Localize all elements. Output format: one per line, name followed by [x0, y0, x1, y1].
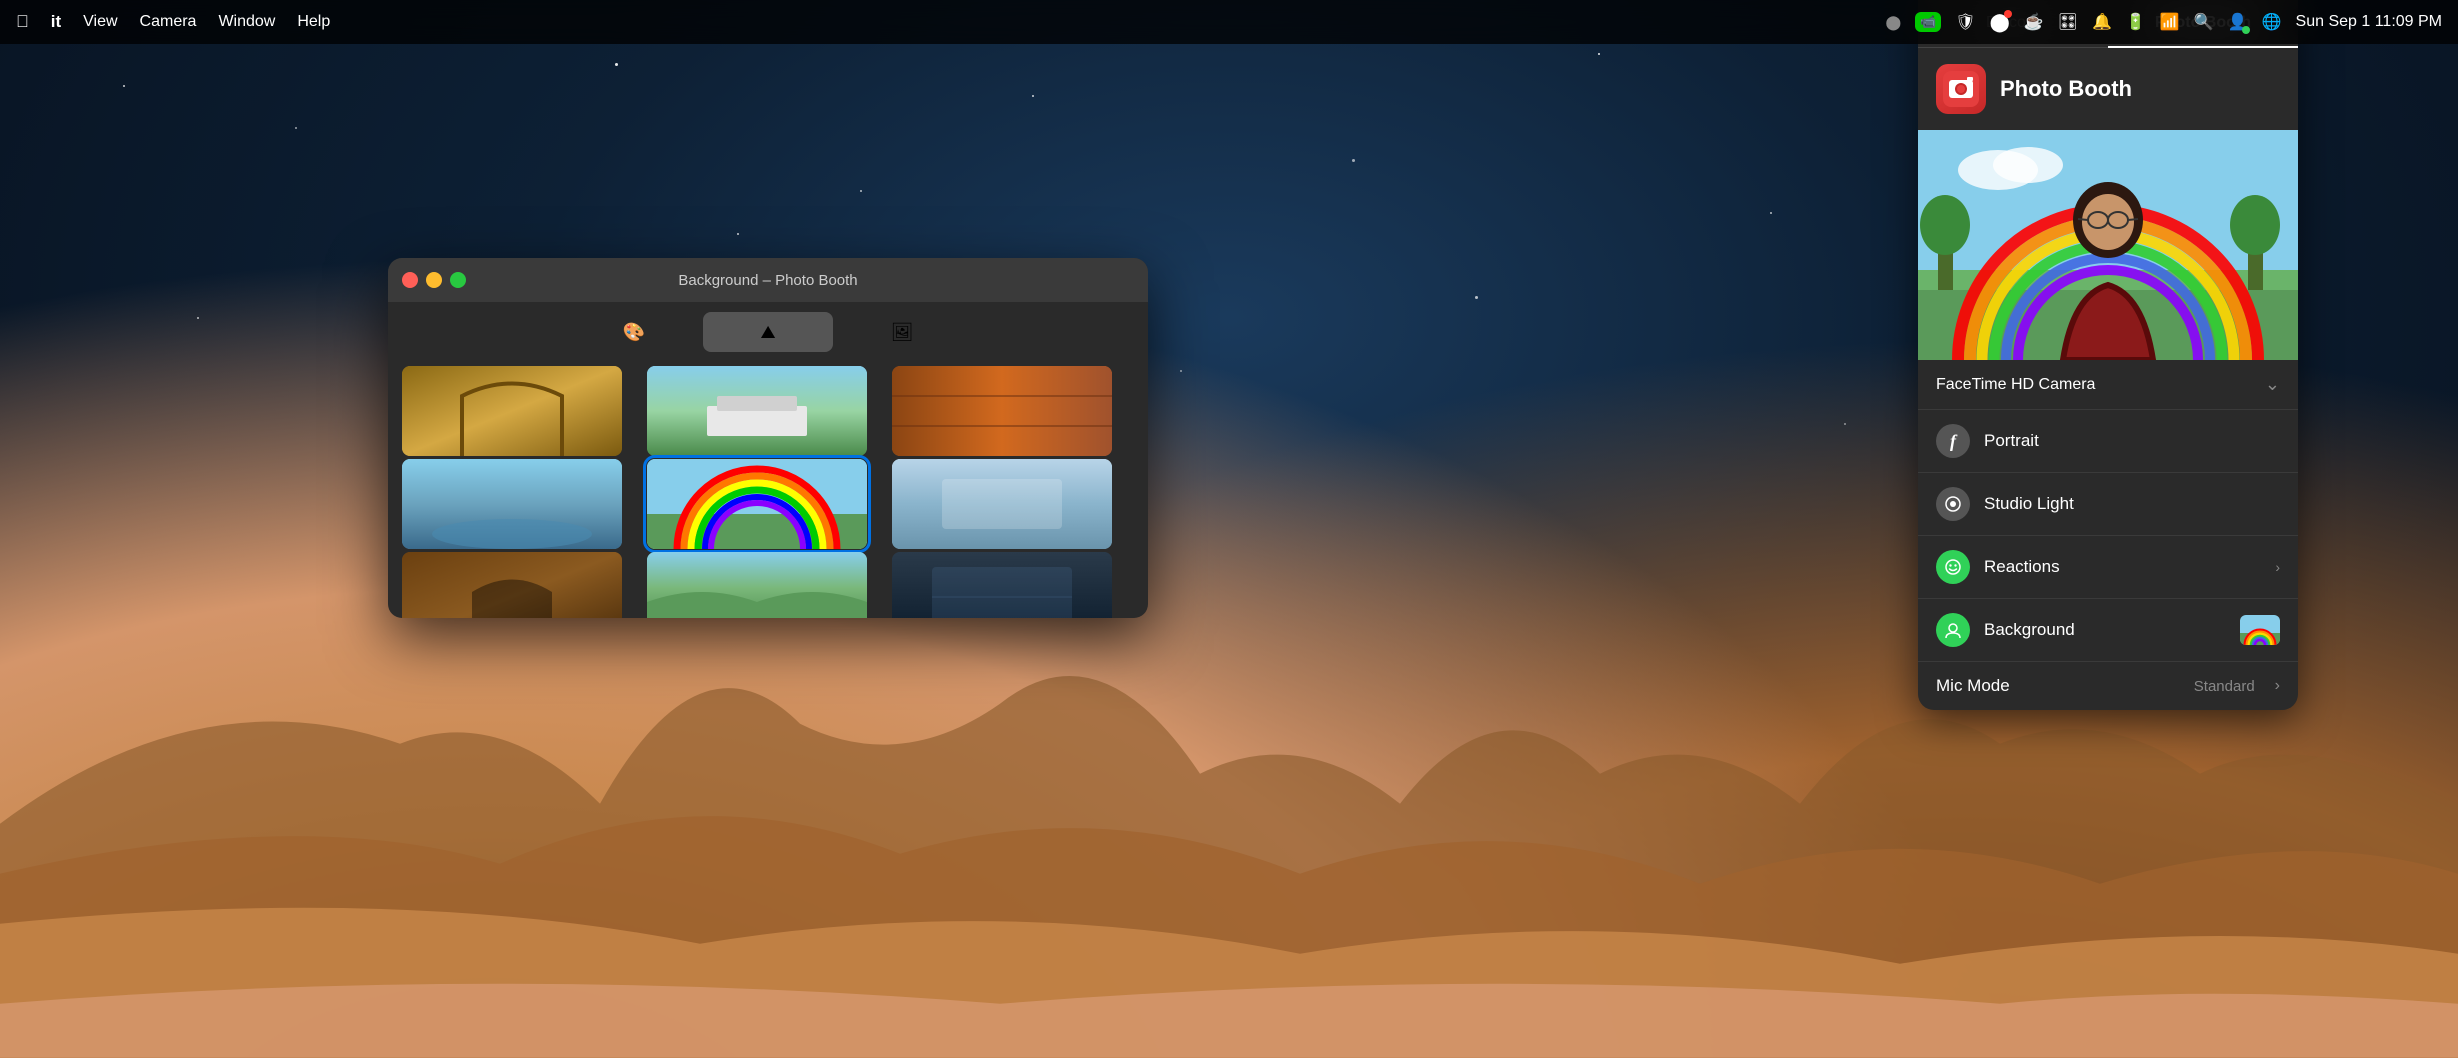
menu-camera[interactable]: Camera — [140, 13, 197, 31]
menubar-left:  it View Camera Window Help — [16, 12, 330, 32]
lungo-icon[interactable]: ☕ — [2024, 12, 2044, 32]
photobooth-app-icon — [1936, 64, 1986, 114]
control-center-panel: Discord Photo Booth Photo Booth — [1918, 0, 2298, 710]
cc-camera-name: FaceTime HD Camera — [1936, 376, 2095, 394]
wifi-icon[interactable]: 📶 — [2160, 12, 2180, 32]
cc-feature-background[interactable]: Background — [1918, 599, 2298, 662]
mic-mode-label: Mic Mode — [1936, 676, 2180, 696]
portrait-label: Portrait — [1984, 431, 2280, 451]
bg-tab-effects[interactable]: 🎨 — [569, 312, 699, 352]
bg-thumb-tunnel[interactable] — [402, 552, 622, 618]
spotlight-icon[interactable]: 🔍 — [2194, 12, 2214, 32]
background-icon — [1936, 613, 1970, 647]
bg-thumb-campus[interactable] — [647, 366, 867, 456]
window-minimize-button[interactable] — [426, 272, 442, 288]
cc-camera-preview — [1918, 130, 2298, 360]
user-switch-icon[interactable]: 👤 — [2228, 12, 2248, 32]
notification-icon[interactable]: 🔔 — [2092, 12, 2112, 32]
cc-app-name: Photo Booth — [2000, 76, 2132, 102]
apple-menu[interactable]:  — [16, 12, 29, 32]
circle-indicator-icon: ⬤ — [1885, 14, 1901, 31]
bg-thumb-trees[interactable] — [647, 552, 867, 618]
cc-mic-mode-row[interactable]: Mic Mode Standard › — [1918, 662, 2298, 710]
background-label: Background — [1984, 620, 2226, 640]
audio-controls-icon[interactable]: 🎛 — [2058, 12, 2078, 32]
menubar-right: ⬤ 📹 🛡 ⬤ ☕ 🎛 🔔 🔋 📶 🔍 👤 🌐 Sun Sep 1 11:09 … — [1885, 12, 2442, 33]
bg-thumb-wood[interactable] — [892, 366, 1112, 456]
studio-light-icon — [1936, 487, 1970, 521]
red-dot-app-icon[interactable]: ⬤ — [1990, 12, 2010, 33]
effects-icon: 🎨 — [623, 322, 645, 343]
bg-thumb-dark-glass[interactable] — [892, 552, 1112, 618]
bg-tab-scenery[interactable]: ⛰ — [703, 312, 833, 352]
avatar-icon[interactable]: 🌐 — [2262, 12, 2282, 32]
app-menu-it[interactable]: it — [51, 12, 61, 32]
menubar-datetime: Sun Sep 1 11:09 PM — [2296, 13, 2442, 31]
background-photo-booth-window: Background – Photo Booth 🎨 ⛰ 🖼 — [388, 258, 1148, 618]
background-thumbnail — [2240, 615, 2280, 645]
bg-tab-photos[interactable]: 🖼 — [837, 312, 967, 352]
cc-feature-portrait[interactable]: f Portrait — [1918, 410, 2298, 473]
battery-icon[interactable]: 🔋 — [2126, 12, 2146, 32]
bg-thumbnail-grid — [388, 362, 1148, 618]
bg-thumb-arch[interactable] — [402, 366, 622, 456]
bg-thumb-lake[interactable] — [402, 459, 622, 549]
scenery-icon: ⛰ — [760, 322, 775, 343]
shield-icon[interactable]: 🛡 — [1955, 12, 1975, 32]
portrait-icon: f — [1936, 424, 1970, 458]
window-maximize-button[interactable] — [450, 272, 466, 288]
cc-camera-row[interactable]: FaceTime HD Camera ⌄ — [1918, 360, 2298, 410]
reactions-icon — [1936, 550, 1970, 584]
studio-light-label: Studio Light — [1984, 494, 2280, 514]
menu-window[interactable]: Window — [218, 13, 275, 31]
reactions-label: Reactions — [1984, 557, 2261, 577]
window-titlebar: Background – Photo Booth — [388, 258, 1148, 302]
window-title: Background – Photo Booth — [678, 272, 857, 289]
bg-thumb-glass[interactable] — [892, 459, 1112, 549]
facetime-icon[interactable]: 📹 — [1915, 12, 1941, 32]
cc-feature-studio-light[interactable]: Studio Light — [1918, 473, 2298, 536]
camera-chevron-icon: ⌄ — [2265, 374, 2280, 395]
mic-mode-chevron-icon: › — [2275, 677, 2280, 695]
menu-view[interactable]: View — [83, 13, 117, 31]
photos-icon: 🖼 — [891, 322, 914, 343]
mic-mode-value: Standard — [2194, 678, 2255, 695]
window-close-button[interactable] — [402, 272, 418, 288]
cc-app-header: Photo Booth — [1918, 48, 2298, 130]
reactions-chevron-icon: › — [2275, 559, 2280, 575]
bg-thumb-rainbow[interactable] — [647, 459, 867, 549]
menubar:  it View Camera Window Help ⬤ 📹 🛡 ⬤ ☕ 🎛… — [0, 0, 2458, 44]
cc-feature-reactions[interactable]: Reactions › — [1918, 536, 2298, 599]
menu-help[interactable]: Help — [297, 13, 330, 31]
bg-window-tabs: 🎨 ⛰ 🖼 — [388, 302, 1148, 362]
